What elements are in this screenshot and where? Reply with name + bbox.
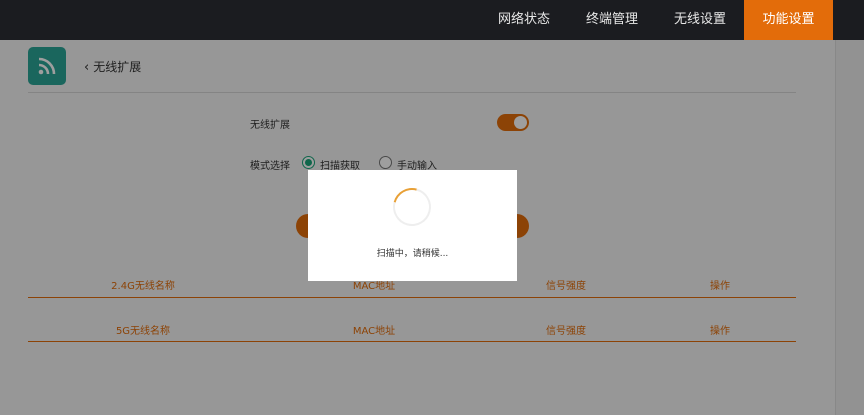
nav-terminal-management[interactable]: 终端管理 [568, 0, 656, 40]
nav-function-settings[interactable]: 功能设置 [744, 0, 833, 40]
nav-network-status[interactable]: 网络状态 [480, 0, 568, 40]
nav-wireless-settings[interactable]: 无线设置 [656, 0, 744, 40]
top-nav-bar: 网络状态 终端管理 无线设置 功能设置 [0, 0, 864, 40]
scanning-modal: 扫描中，请稍候... [308, 170, 517, 281]
loading-spinner-icon [386, 181, 438, 233]
scanning-message: 扫描中，请稍候... [376, 249, 449, 259]
